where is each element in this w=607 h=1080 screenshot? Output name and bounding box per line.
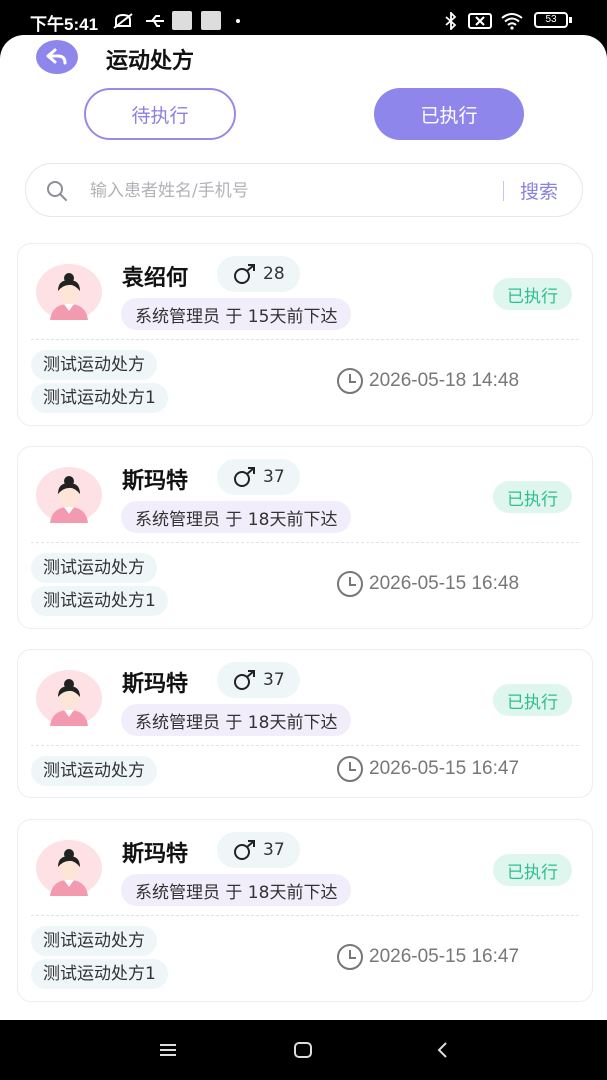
prescription-tags: 测试运动处方 测试运动处方1 (31, 350, 168, 416)
search-input[interactable] (88, 176, 492, 206)
status-bar: 下午5:41 53 (0, 0, 607, 40)
prescription-tags: 测试运动处方 (31, 756, 157, 789)
record-card[interactable]: 斯玛特 37 系统管理员 于 18天前下达 已执行 测试运动处方 测试运动处方1… (17, 819, 593, 1002)
tab-executed[interactable]: 已执行 (374, 88, 524, 140)
tab-pending[interactable]: 待执行 (84, 88, 236, 140)
issued-by: 系统管理员 于 18天前下达 (121, 704, 352, 736)
usb-icon (146, 15, 164, 27)
issued-by: 系统管理员 于 18天前下达 (121, 501, 352, 533)
male-icon (234, 840, 255, 860)
exec-time: 2026-05-18 14:48 (369, 370, 520, 391)
male-icon (234, 264, 255, 284)
male-icon (234, 670, 255, 690)
back-arrow-icon (46, 48, 67, 65)
record-card[interactable]: 斯玛特 37 系统管理员 于 18天前下达 已执行 测试运动处方 测试运动处方1… (17, 446, 593, 629)
avatar (36, 264, 102, 320)
search-bar: 搜索 (25, 163, 583, 217)
prescription-tag: 测试运动处方1 (31, 959, 168, 989)
time-row: 2026-05-18 14:48 (335, 368, 519, 394)
prescription-tag: 测试运动处方1 (31, 586, 168, 616)
patient-age: 28 (263, 264, 285, 284)
prescription-tag: 测试运动处方 (31, 350, 157, 380)
notification-square-icon (172, 11, 192, 30)
card-divider (31, 745, 579, 746)
clock-icon (337, 571, 363, 597)
patient-name: 袁绍何 (122, 266, 189, 291)
gender-age-badge: 28 (217, 256, 300, 292)
male-icon (234, 467, 255, 487)
status-badge: 已执行 (493, 684, 572, 716)
card-divider (31, 542, 579, 543)
record-card[interactable]: 袁绍何 28 系统管理员 于 15天前下达 已执行 测试运动处方 测试运动处方1… (17, 243, 593, 426)
system-nav-bar (0, 1020, 607, 1080)
battery-tip (569, 17, 572, 23)
sim-off-icon (468, 13, 492, 29)
patient-age: 37 (263, 467, 285, 487)
search-button[interactable]: 搜索 (520, 177, 558, 204)
battery-icon: 53 (534, 12, 568, 28)
notification-off-icon (113, 13, 133, 29)
status-badge: 已执行 (493, 278, 572, 310)
clock-icon (337, 944, 363, 970)
card-divider (31, 339, 579, 340)
gender-age-badge: 37 (217, 459, 300, 495)
time-row: 2026-05-15 16:48 (335, 571, 519, 597)
status-badge: 已执行 (493, 481, 572, 513)
avatar (36, 840, 102, 896)
exec-time: 2026-05-15 16:47 (369, 758, 520, 779)
search-icon (47, 181, 67, 201)
prescription-tags: 测试运动处方 测试运动处方1 (31, 553, 168, 619)
prescription-tags: 测试运动处方 测试运动处方1 (31, 926, 168, 992)
patient-name: 斯玛特 (122, 672, 189, 697)
patient-name: 斯玛特 (122, 469, 189, 494)
search-divider (503, 181, 504, 201)
more-dot-icon (236, 19, 240, 23)
prescription-tag: 测试运动处方 (31, 756, 157, 786)
app-screen: 运动处方 待执行 已执行 搜索 袁绍何 28 系统管 (0, 35, 607, 1020)
exec-time: 2026-05-15 16:47 (369, 946, 520, 967)
avatar (36, 670, 102, 726)
status-badge: 已执行 (493, 854, 572, 886)
page-title: 运动处方 (106, 49, 195, 74)
notification-square-icon (201, 11, 221, 30)
prescription-tag: 测试运动处方 (31, 926, 157, 956)
menu-icon[interactable] (158, 1041, 178, 1059)
record-card[interactable]: 斯玛特 37 系统管理员 于 18天前下达 已执行 测试运动处方 2026-05… (17, 649, 593, 798)
time-row: 2026-05-15 16:47 (335, 944, 519, 970)
clock-icon (337, 368, 363, 394)
avatar (36, 467, 102, 523)
issued-by: 系统管理员 于 18天前下达 (121, 874, 352, 906)
back-nav-icon[interactable] (434, 1041, 450, 1059)
status-time: 下午5:41 (30, 15, 99, 34)
patient-age: 37 (263, 840, 285, 860)
gender-age-badge: 37 (217, 662, 300, 698)
time-row: 2026-05-15 16:47 (335, 756, 519, 782)
prescription-tag: 测试运动处方 (31, 553, 157, 583)
bluetooth-icon (445, 12, 457, 30)
card-divider (31, 915, 579, 916)
patient-name: 斯玛特 (122, 842, 189, 867)
exec-time: 2026-05-15 16:48 (369, 573, 520, 594)
prescription-tag: 测试运动处方1 (31, 383, 168, 413)
clock-icon (337, 756, 363, 782)
patient-age: 37 (263, 670, 285, 690)
back-button[interactable] (36, 40, 78, 74)
wifi-icon (501, 13, 523, 30)
gender-age-badge: 37 (217, 832, 300, 868)
issued-by: 系统管理员 于 15天前下达 (121, 298, 352, 330)
home-icon[interactable] (293, 1041, 313, 1059)
